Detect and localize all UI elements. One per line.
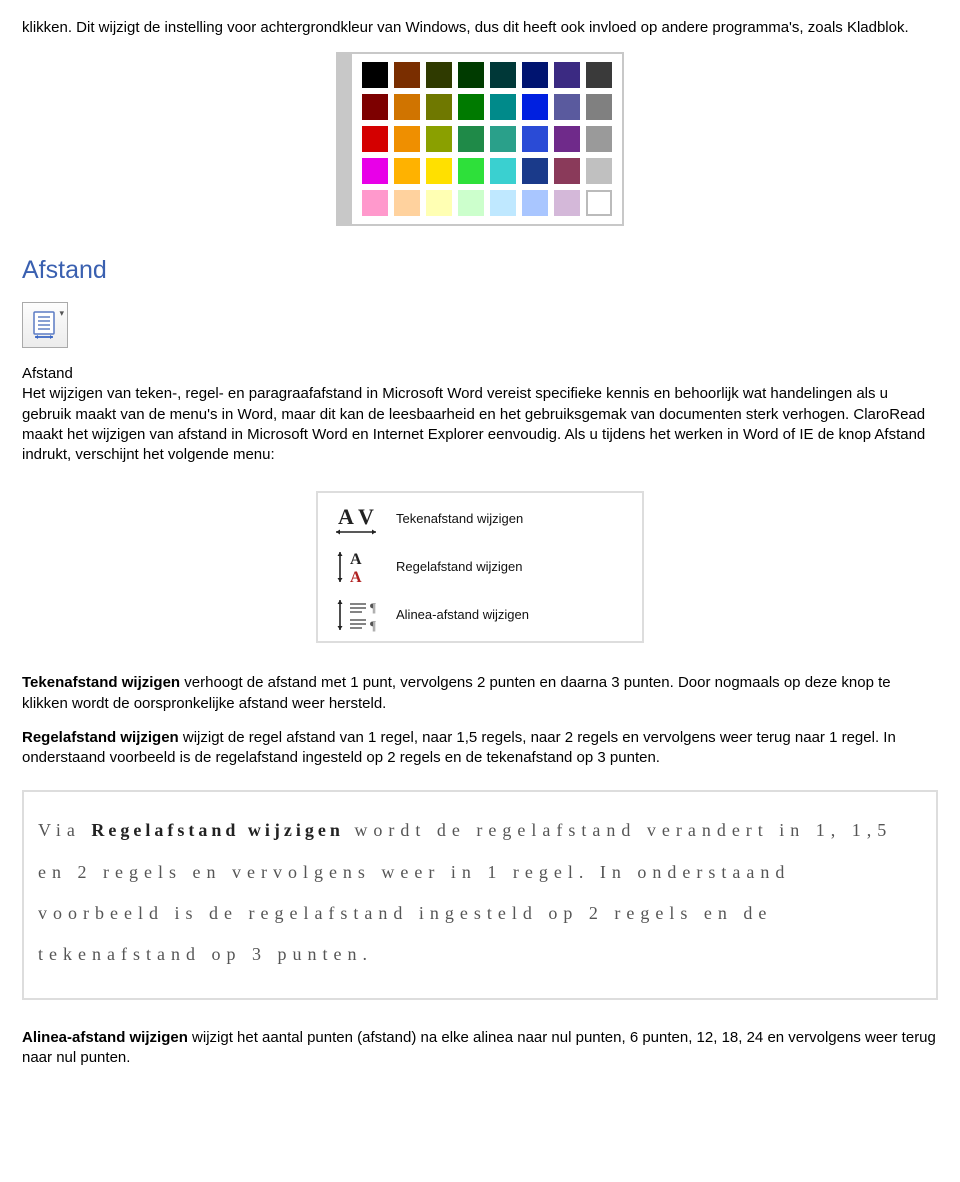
svg-text:V: V	[358, 504, 374, 529]
color-swatch[interactable]	[362, 158, 388, 184]
paragraph-spacing-icon: ¶ ¶	[326, 595, 386, 635]
example-container: Via Regelafstand wijzigen wordt de regel…	[22, 790, 938, 1000]
menu-item-tekenafstand[interactable]: A V Tekenafstand wijzigen	[320, 495, 640, 543]
color-swatch[interactable]	[458, 126, 484, 152]
afstand-body-text: Het wijzigen van teken-, regel- en parag…	[22, 385, 925, 463]
example-pre: Via	[38, 820, 91, 840]
section-heading-afstand: Afstand	[22, 254, 938, 288]
color-swatch[interactable]	[394, 94, 420, 120]
color-swatch[interactable]	[426, 126, 452, 152]
example-post: wordt de regelafstand verandert in 1, 1,…	[38, 820, 892, 964]
color-swatch[interactable]	[362, 190, 388, 216]
color-swatch[interactable]	[458, 190, 484, 216]
afstand-menu-container: A V Tekenafstand wijzigen A A Rege	[22, 491, 938, 643]
color-swatch[interactable]	[362, 126, 388, 152]
color-swatch[interactable]	[394, 62, 420, 88]
color-swatch[interactable]	[426, 190, 452, 216]
alinea-afstand-paragraph: Alinea-afstand wijzigen wijzigt het aant…	[22, 1028, 938, 1069]
color-swatch[interactable]	[522, 94, 548, 120]
afstand-menu: A V Tekenafstand wijzigen A A Rege	[316, 491, 644, 643]
color-swatch[interactable]	[362, 62, 388, 88]
color-swatch[interactable]	[522, 62, 548, 88]
menu-label: Alinea-afstand wijzigen	[396, 606, 529, 624]
svg-text:A: A	[350, 551, 362, 568]
color-swatch[interactable]	[362, 94, 388, 120]
color-swatch[interactable]	[554, 62, 580, 88]
chevron-down-icon: ▾	[59, 307, 64, 319]
menu-label: Regelafstand wijzigen	[396, 558, 522, 576]
color-swatch[interactable]	[490, 126, 516, 152]
color-swatch[interactable]	[586, 62, 612, 88]
svg-text:¶: ¶	[370, 618, 376, 633]
color-swatch[interactable]	[586, 94, 612, 120]
color-swatch[interactable]	[490, 62, 516, 88]
line-spacing-icon: A A	[326, 547, 386, 587]
color-swatch[interactable]	[394, 158, 420, 184]
afstand-button-label: Afstand	[22, 364, 938, 384]
color-swatch[interactable]	[458, 158, 484, 184]
color-swatch[interactable]	[554, 94, 580, 120]
svg-text:¶: ¶	[370, 600, 376, 615]
color-swatch[interactable]	[394, 190, 420, 216]
color-swatch[interactable]	[586, 190, 612, 216]
color-swatch[interactable]	[554, 158, 580, 184]
afstand-toolbar-button[interactable]: ▾	[22, 302, 68, 348]
intro-paragraph: klikken. Dit wijzigt de instelling voor …	[22, 18, 938, 38]
menu-label: Tekenafstand wijzigen	[396, 510, 523, 528]
color-swatch[interactable]	[586, 158, 612, 184]
svg-text:A: A	[350, 569, 362, 586]
color-swatch[interactable]	[522, 190, 548, 216]
menu-item-regelafstand[interactable]: A A Regelafstand wijzigen	[320, 543, 640, 591]
color-swatch[interactable]	[426, 94, 452, 120]
regelafstand-paragraph: Regelafstand wijzigen wijzigt de regel a…	[22, 728, 938, 769]
example-bold: Regelafstand wijzigen	[91, 820, 343, 840]
color-swatch[interactable]	[490, 190, 516, 216]
color-swatch[interactable]	[586, 126, 612, 152]
color-swatch[interactable]	[426, 158, 452, 184]
color-swatch[interactable]	[426, 62, 452, 88]
color-swatch[interactable]	[458, 94, 484, 120]
bold-term: Regelafstand wijzigen	[22, 729, 179, 746]
svg-text:A: A	[338, 504, 354, 529]
color-palette-container	[22, 52, 938, 226]
bold-term: Tekenafstand wijzigen	[22, 674, 180, 691]
color-swatch[interactable]	[458, 62, 484, 88]
afstand-paragraph: ▾	[22, 304, 938, 350]
character-spacing-icon: A V	[326, 499, 386, 539]
bold-term: Alinea-afstand wijzigen	[22, 1029, 188, 1046]
color-swatch[interactable]	[394, 126, 420, 152]
color-swatch[interactable]	[522, 126, 548, 152]
example-spaced-text: Via Regelafstand wijzigen wordt de regel…	[22, 790, 938, 1000]
spacing-document-icon	[31, 311, 59, 339]
color-swatch[interactable]	[522, 158, 548, 184]
color-palette[interactable]	[336, 52, 624, 226]
color-swatch[interactable]	[554, 190, 580, 216]
menu-item-alinea-afstand[interactable]: ¶ ¶ Alinea-afstand wijzigen	[320, 591, 640, 639]
color-swatch[interactable]	[554, 126, 580, 152]
tekenafstand-paragraph: Tekenafstand wijzigen verhoogt de afstan…	[22, 673, 938, 714]
color-swatch[interactable]	[490, 158, 516, 184]
color-swatch[interactable]	[490, 94, 516, 120]
